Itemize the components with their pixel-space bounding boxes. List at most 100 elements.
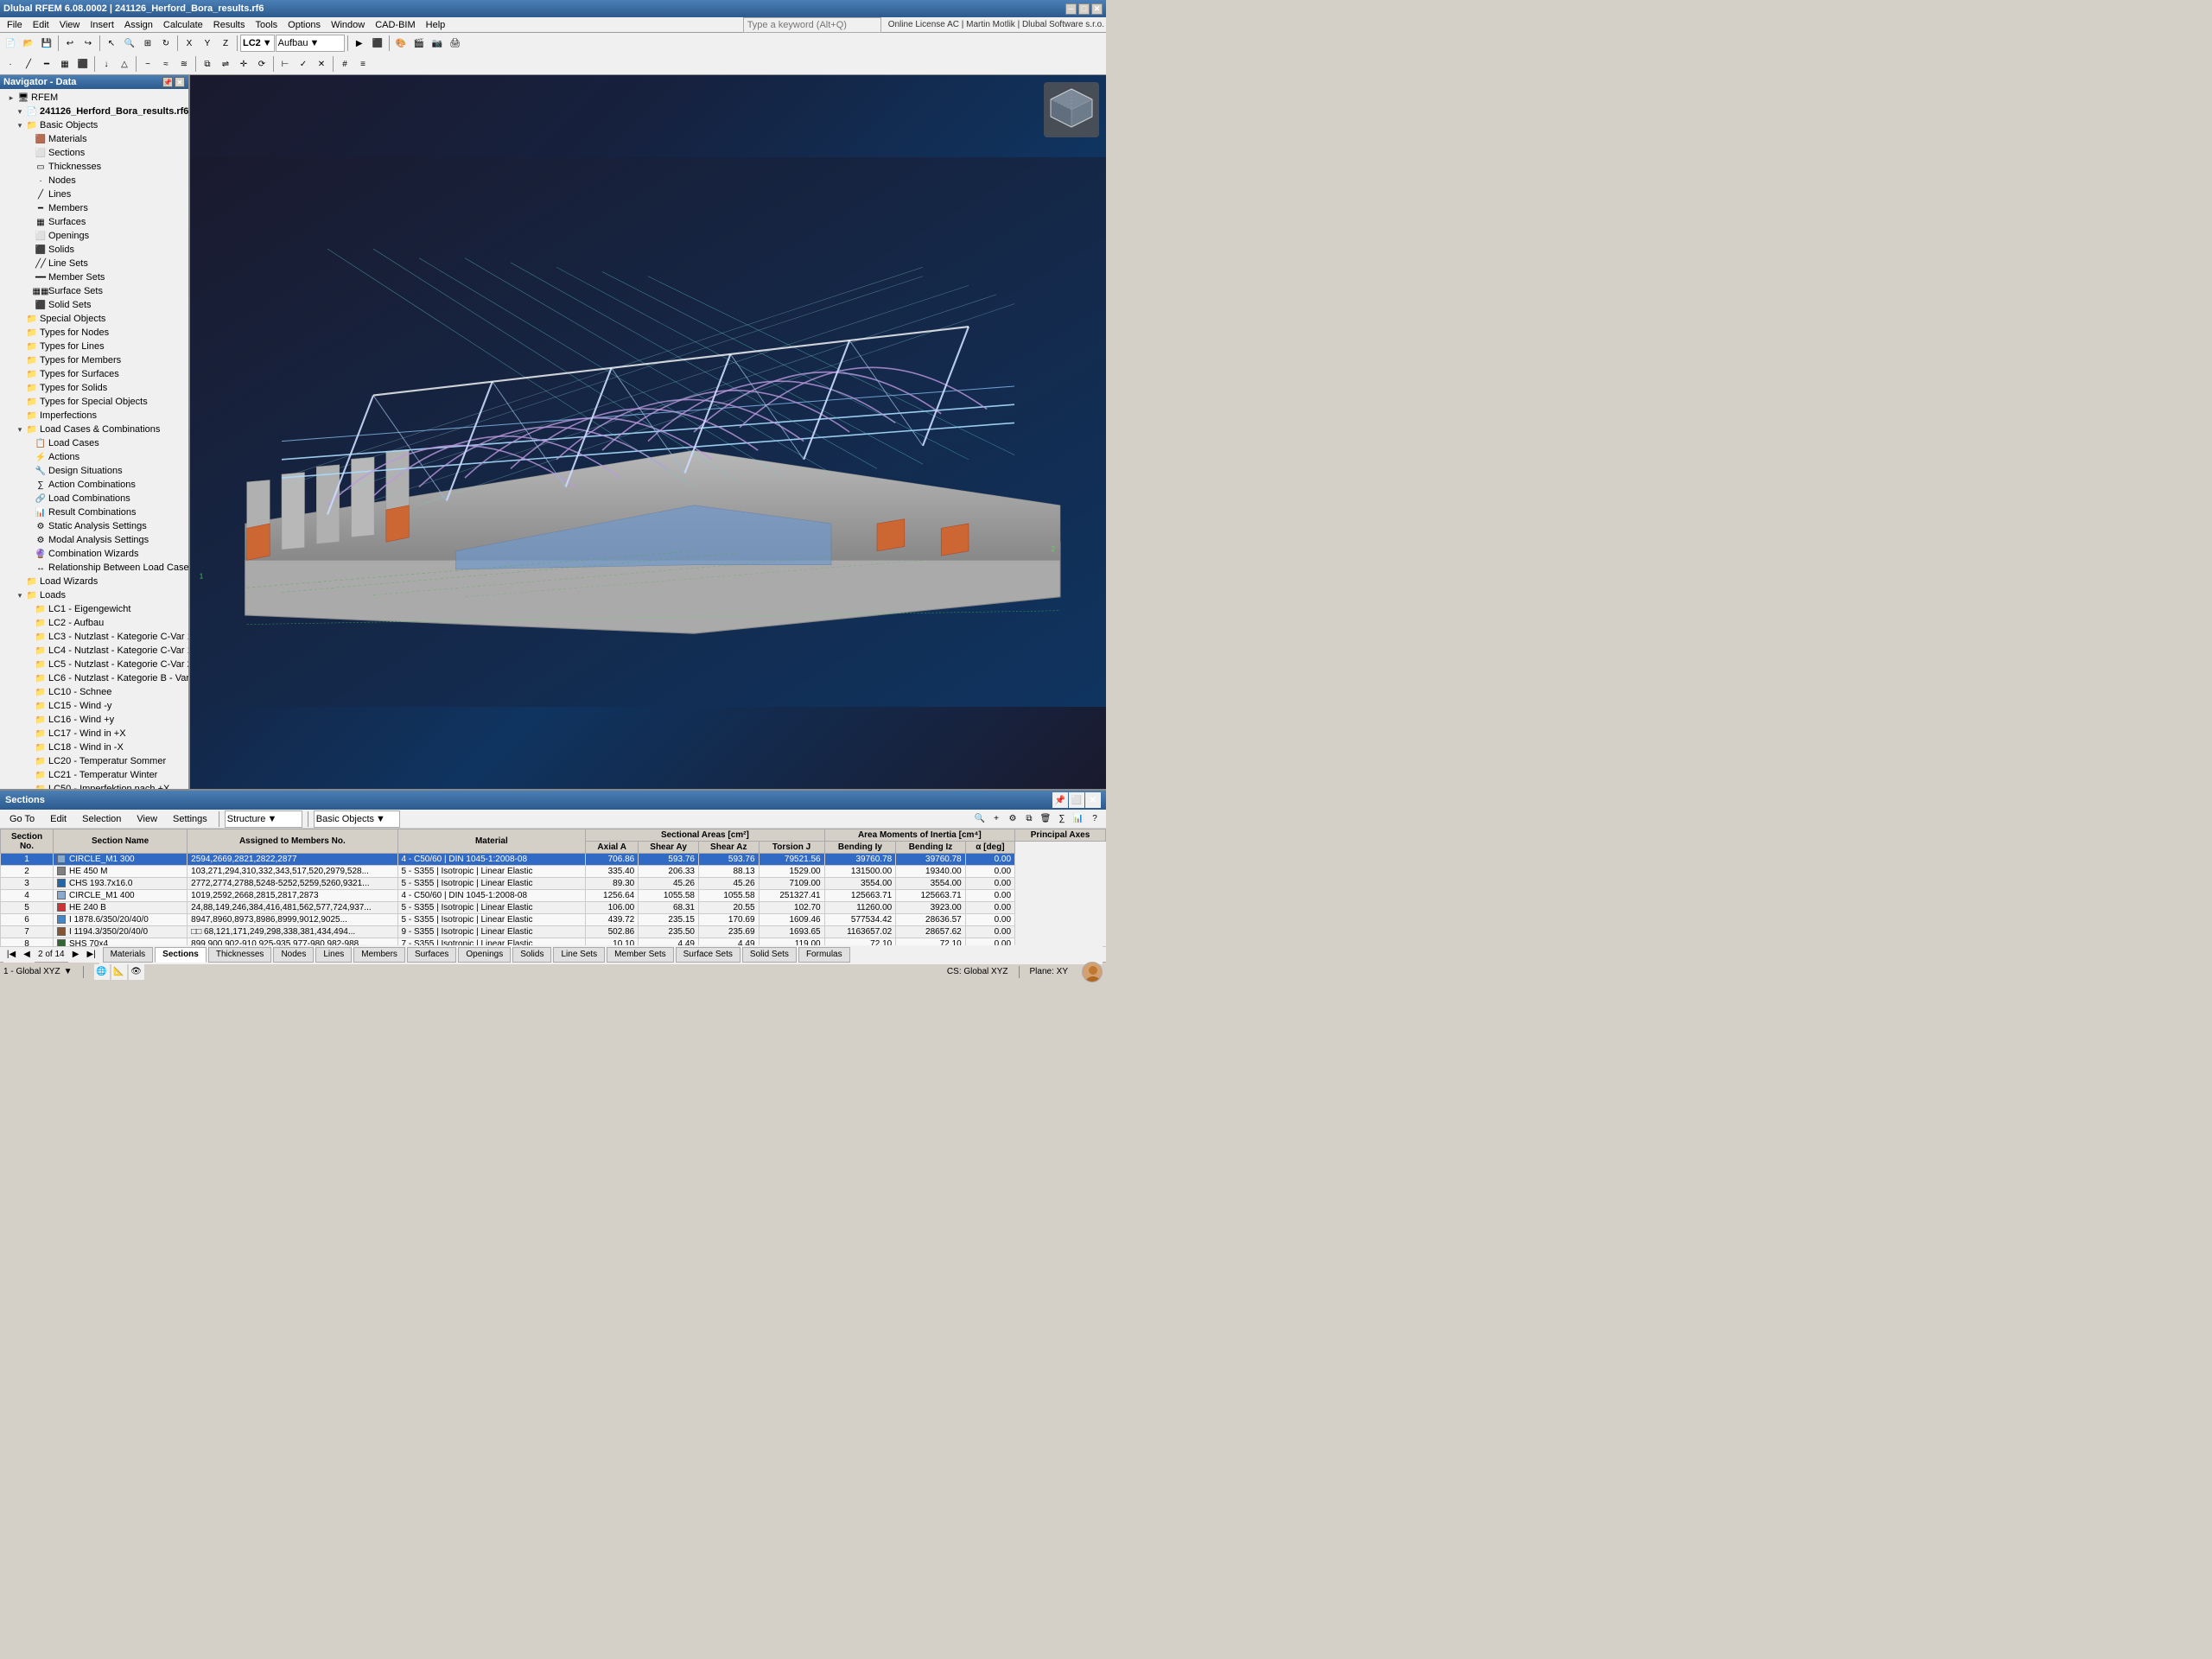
nav-close-btn[interactable]: ✕ [175, 77, 185, 87]
props-icon-btn[interactable]: ⚙ [1005, 811, 1020, 827]
tab-nodes[interactable]: Nodes [273, 947, 314, 963]
tab-member-sets[interactable]: Member Sets [607, 947, 673, 963]
panel-close-btn[interactable]: ✕ [1085, 792, 1101, 808]
panel-pin-btn[interactable]: 📌 [1052, 792, 1068, 808]
nav-item-27[interactable]: 🔗Load Combinations [0, 492, 188, 505]
page-next-btn[interactable]: ▶ [68, 947, 84, 963]
structure-dropdown[interactable]: Structure▼ [225, 810, 302, 828]
nav-item-20[interactable]: 📁Types for Special Objects [0, 395, 188, 409]
nav-item-34[interactable]: ▾📁Loads [0, 588, 188, 602]
view-btn[interactable]: View [130, 812, 163, 826]
navigator-tree[interactable]: ▸🖥RFEM▾📄241126_Herford_Bora_results.rf6▾… [0, 89, 188, 789]
formula-icon-btn[interactable]: ∑ [1054, 811, 1070, 827]
tab-surface-sets[interactable]: Surface Sets [676, 947, 741, 963]
nav-item-22[interactable]: ▾📁Load Cases & Combinations [0, 423, 188, 436]
tab-formulas[interactable]: Formulas [798, 947, 850, 963]
nav-item-8[interactable]: ⬜Openings [0, 229, 188, 243]
tab-lines[interactable]: Lines [315, 947, 352, 963]
tab-materials[interactable]: Materials [103, 947, 154, 963]
menu-help[interactable]: Help [421, 17, 451, 33]
node-btn[interactable]: · [2, 55, 19, 73]
nav-item-4[interactable]: ·Nodes [0, 174, 188, 188]
nav-item-3[interactable]: ▭Thicknesses [0, 160, 188, 174]
nav-item-44[interactable]: 📁LC17 - Wind in +X [0, 727, 188, 741]
edit-btn[interactable]: Edit [44, 812, 73, 826]
nav-item-17[interactable]: 📁Types for Members [0, 353, 188, 367]
nav-item-36[interactable]: 📁LC2 - Aufbau [0, 616, 188, 630]
redo-btn[interactable]: ↪ [79, 35, 97, 52]
filter-btn[interactable]: ≡ [354, 55, 372, 73]
nav-item-28[interactable]: 📊Result Combinations [0, 505, 188, 519]
page-first-btn[interactable]: |◀ [3, 947, 19, 963]
xview-btn[interactable]: X [181, 35, 198, 52]
yview-btn[interactable]: Y [199, 35, 216, 52]
render-btn[interactable]: 🎨 [392, 35, 410, 52]
menu-results[interactable]: Results [208, 17, 251, 33]
screenshot-btn[interactable]: 📷 [429, 35, 446, 52]
coord-system[interactable]: 1 - Global XYZ ▼ [3, 967, 73, 976]
save-btn[interactable]: 💾 [38, 35, 55, 52]
settings-btn[interactable]: Settings [167, 812, 213, 826]
result2-btn[interactable]: ≈ [157, 55, 175, 73]
nav-item-30[interactable]: ⚙Modal Analysis Settings [0, 533, 188, 547]
menu-tools[interactable]: Tools [250, 17, 283, 33]
table-row-3[interactable]: 4CIRCLE_M1 4001019,2592,2668,2815,2817,2… [1, 890, 1106, 902]
nav-item-7[interactable]: ▦Surfaces [0, 215, 188, 229]
status-icon1[interactable]: 🌐 [94, 964, 110, 980]
nav-item-11[interactable]: ━━Member Sets [0, 270, 188, 284]
animate-btn[interactable]: 🎬 [410, 35, 428, 52]
nav-item-39[interactable]: 📁LC5 - Nutzlast - Kategorie C-Var 2 [0, 658, 188, 671]
page-last-btn[interactable]: ▶| [84, 947, 99, 963]
surface-btn[interactable]: ▦ [56, 55, 73, 73]
filter-dropdown[interactable]: Basic Objects▼ [314, 810, 400, 828]
nav-item-9[interactable]: ⬛Solids [0, 243, 188, 257]
menu-window[interactable]: Window [326, 17, 370, 33]
nav-item-26[interactable]: ∑Action Combinations [0, 478, 188, 492]
open-btn[interactable]: 📂 [20, 35, 37, 52]
menu-file[interactable]: File [2, 17, 28, 33]
nav-model[interactable]: ▾📄241126_Herford_Bora_results.rf6 [0, 105, 188, 118]
menu-assign[interactable]: Assign [119, 17, 158, 33]
delete-icon-btn[interactable]: 🗑 [1038, 811, 1053, 827]
panel-maximize-btn[interactable]: ⬜ [1069, 792, 1084, 808]
status-icon2[interactable]: 📐 [111, 964, 127, 980]
nav-item-41[interactable]: 📁LC10 - Schnee [0, 685, 188, 699]
nav-item-42[interactable]: 📁LC15 - Wind -y [0, 699, 188, 713]
view-cube[interactable] [1044, 82, 1099, 137]
mirror-btn[interactable]: ⇌ [217, 55, 234, 73]
menu-insert[interactable]: Insert [85, 17, 119, 33]
zoom-all-btn[interactable]: ⊞ [139, 35, 156, 52]
menu-edit[interactable]: Edit [28, 17, 54, 33]
nav-item-25[interactable]: 🔧Design Situations [0, 464, 188, 478]
nav-item-21[interactable]: 📁Imperfections [0, 409, 188, 423]
lc-dropdown[interactable]: LC2 ▼ [240, 35, 275, 52]
rotate3d-btn[interactable]: ⟳ [253, 55, 270, 73]
print-btn[interactable]: 🖨 [447, 35, 464, 52]
support-btn[interactable]: △ [116, 55, 133, 73]
nav-item-40[interactable]: 📁LC6 - Nutzlast - Kategorie B - Var 2 [0, 671, 188, 685]
nav-item-31[interactable]: 🔮Combination Wizards [0, 547, 188, 561]
menu-calculate[interactable]: Calculate [158, 17, 208, 33]
help-icon-btn[interactable]: ? [1087, 811, 1103, 827]
navigator-header-buttons[interactable]: 📌 ✕ [162, 77, 185, 87]
zoom-in-btn[interactable]: 🔍 [121, 35, 138, 52]
nav-rfem[interactable]: ▸🖥RFEM [0, 91, 188, 105]
nav-item-32[interactable]: ↔Relationship Between Load Cases [0, 561, 188, 575]
window-controls[interactable]: ─ □ ✕ [1065, 3, 1103, 15]
page-prev-btn[interactable]: ◀ [19, 947, 35, 963]
nav-item-0[interactable]: ▾📁Basic Objects [0, 118, 188, 132]
nav-item-14[interactable]: 📁Special Objects [0, 312, 188, 326]
nav-item-6[interactable]: ━Members [0, 201, 188, 215]
nav-item-1[interactable]: 🟫Materials [0, 132, 188, 146]
tab-sections[interactable]: Sections [155, 947, 207, 963]
result1-btn[interactable]: ~ [139, 55, 156, 73]
tab-solids[interactable]: Solids [512, 947, 551, 963]
nav-item-29[interactable]: ⚙Static Analysis Settings [0, 519, 188, 533]
nav-item-46[interactable]: 📁LC20 - Temperatur Sommer [0, 754, 188, 768]
move-btn[interactable]: ✛ [235, 55, 252, 73]
check-btn[interactable]: ✓ [295, 55, 312, 73]
copy-icon-btn[interactable]: ⧉ [1021, 811, 1037, 827]
tab-surfaces[interactable]: Surfaces [407, 947, 456, 963]
menu-view[interactable]: View [54, 17, 86, 33]
measure-btn[interactable]: ⊢ [276, 55, 294, 73]
